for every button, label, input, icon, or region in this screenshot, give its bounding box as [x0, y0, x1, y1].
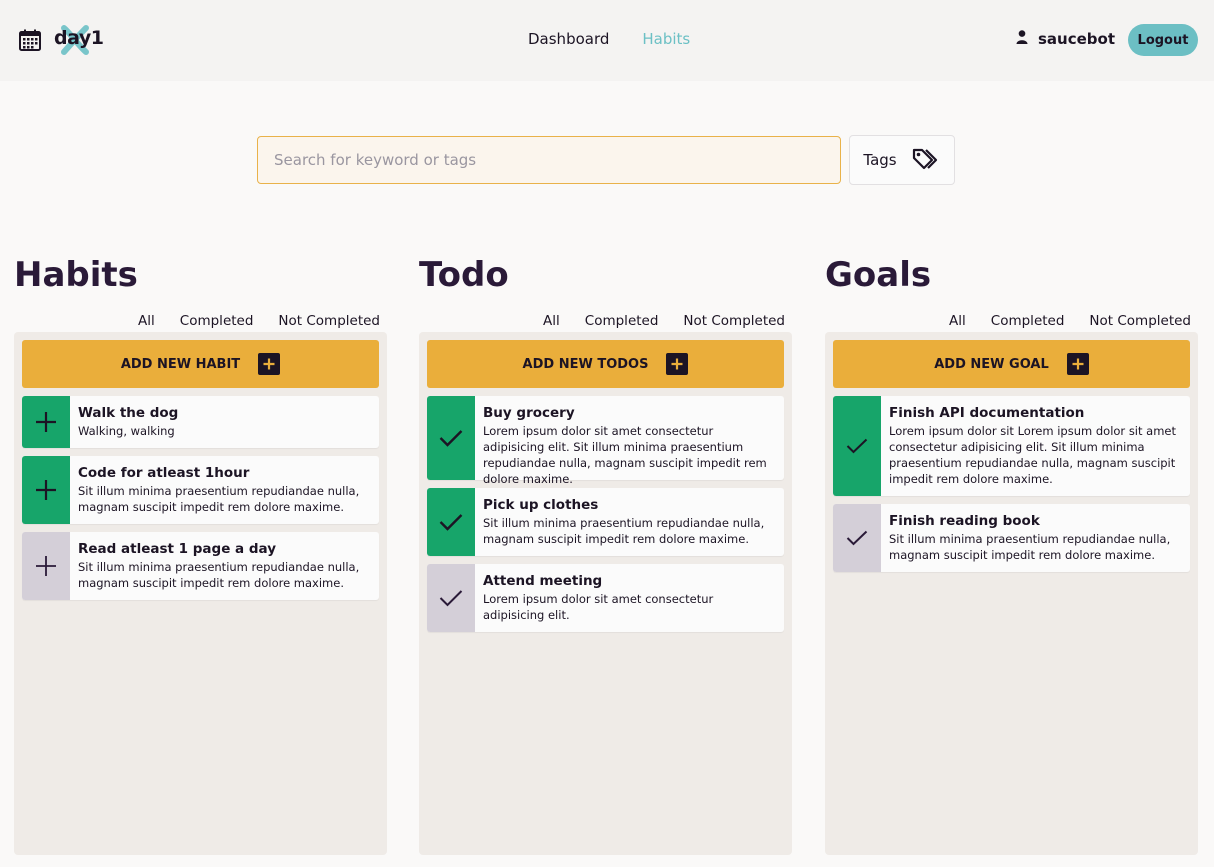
- filter-not-completed[interactable]: Not Completed: [683, 313, 785, 329]
- plus-square-icon: [666, 353, 689, 375]
- item-title: Walk the dog: [78, 405, 179, 421]
- item-title: Code for atleast 1hour: [78, 465, 250, 481]
- add-goal-button[interactable]: ADD NEW GOAL: [833, 340, 1190, 388]
- check-icon: [846, 438, 868, 454]
- item-description: Sit illum minima praesentium repudiandae…: [483, 516, 765, 546]
- item-title: Finish reading book: [889, 513, 1040, 529]
- user-icon: [1016, 30, 1038, 48]
- item-description: Lorem ipsum dolor sit Lorem ipsum dolor …: [889, 424, 1177, 486]
- list-item: Finish reading book Sit illum minima pra…: [833, 504, 1190, 572]
- filter-bar: All Completed Not Completed: [543, 313, 785, 329]
- item-description: Walking, walking: [78, 424, 175, 438]
- list-item: Finish API documentation Lorem ipsum dol…: [833, 396, 1190, 496]
- complete-toggle[interactable]: [22, 396, 70, 448]
- goals-panel: ADD NEW GOAL Finish API documentation Lo…: [825, 332, 1198, 855]
- check-icon: [439, 514, 463, 531]
- item-description: Sit illum minima praesentium repudiandae…: [78, 560, 360, 590]
- list-item: Pick up clothes Sit illum minima praesen…: [427, 488, 784, 556]
- list-item: Code for atleast 1hour Sit illum minima …: [22, 456, 379, 524]
- add-button-label: ADD NEW TODOS: [522, 356, 649, 372]
- logo-wordmark: day1: [54, 25, 104, 55]
- complete-toggle[interactable]: [22, 456, 70, 524]
- complete-toggle[interactable]: [22, 532, 70, 600]
- complete-toggle[interactable]: [833, 504, 881, 572]
- filter-all[interactable]: All: [949, 313, 966, 329]
- check-icon: [846, 530, 868, 546]
- tags-icon: [911, 145, 941, 175]
- nav-dashboard[interactable]: Dashboard: [528, 30, 609, 48]
- filter-completed[interactable]: Completed: [585, 313, 659, 329]
- tags-button[interactable]: Tags: [849, 135, 955, 185]
- todo-panel: ADD NEW TODOS Buy grocery Lorem ipsum do…: [419, 332, 792, 855]
- complete-toggle[interactable]: [833, 396, 881, 496]
- check-icon: [439, 590, 463, 607]
- add-button-label: ADD NEW GOAL: [934, 356, 1049, 372]
- logout-button[interactable]: Logout: [1128, 24, 1198, 56]
- top-header: day1 Dashboard Habits saucebot Logout: [0, 0, 1214, 81]
- filter-all[interactable]: All: [138, 313, 155, 329]
- filter-bar: All Completed Not Completed: [138, 313, 380, 329]
- main-nav: Dashboard Habits: [528, 30, 690, 48]
- complete-toggle[interactable]: [427, 488, 475, 556]
- complete-toggle[interactable]: [427, 564, 475, 632]
- column-title: Habits: [14, 255, 138, 295]
- add-todo-button[interactable]: ADD NEW TODOS: [427, 340, 784, 388]
- item-title: Read atleast 1 page a day: [78, 541, 277, 557]
- tags-label: Tags: [863, 151, 897, 169]
- search-input[interactable]: [257, 136, 841, 184]
- filter-all[interactable]: All: [543, 313, 560, 329]
- column-title: Goals: [825, 255, 932, 295]
- plus-icon: [36, 412, 56, 432]
- todo-column: Todo All Completed Not Completed ADD NEW…: [419, 252, 793, 855]
- plus-square-icon: [1066, 353, 1089, 375]
- filter-completed[interactable]: Completed: [991, 313, 1065, 329]
- list-item: Buy grocery Lorem ipsum dolor sit amet c…: [427, 396, 784, 486]
- filter-bar: All Completed Not Completed: [949, 313, 1191, 329]
- item-title: Finish API documentation: [889, 405, 1085, 421]
- list-item: Walk the dog Walking, walking: [22, 396, 379, 448]
- plus-square-icon: [258, 353, 281, 375]
- item-title: Attend meeting: [483, 573, 603, 589]
- item-description: Sit illum minima praesentium repudiandae…: [889, 532, 1171, 562]
- complete-toggle[interactable]: [427, 396, 475, 480]
- calendar-icon: [18, 28, 42, 52]
- check-icon: [439, 430, 463, 447]
- add-button-label: ADD NEW HABIT: [120, 356, 241, 372]
- habits-panel: ADD NEW HABIT Walk the dog Walking, walk…: [14, 332, 387, 855]
- filter-completed[interactable]: Completed: [180, 313, 254, 329]
- plus-icon: [36, 480, 56, 500]
- filter-not-completed[interactable]: Not Completed: [1089, 313, 1191, 329]
- item-description: Sit illum minima praesentium repudiandae…: [78, 484, 360, 514]
- filter-not-completed[interactable]: Not Completed: [278, 313, 380, 329]
- add-habit-button[interactable]: ADD NEW HABIT: [22, 340, 379, 388]
- app-logo[interactable]: day1: [18, 25, 104, 55]
- item-description: Lorem ipsum dolor sit amet consectetur a…: [483, 424, 767, 486]
- username: saucebot: [1038, 30, 1116, 48]
- nav-habits[interactable]: Habits: [642, 30, 690, 48]
- app-name: day1: [54, 27, 104, 49]
- plus-icon: [36, 556, 56, 576]
- user-info: saucebot: [1016, 30, 1115, 48]
- list-item: Read atleast 1 page a day Sit illum mini…: [22, 532, 379, 600]
- column-title: Todo: [419, 255, 509, 295]
- item-description: Lorem ipsum dolor sit amet consectetur a…: [483, 592, 714, 622]
- list-item: Attend meeting Lorem ipsum dolor sit ame…: [427, 564, 784, 632]
- habits-column: Habits All Completed Not Completed ADD N…: [14, 252, 388, 855]
- item-title: Pick up clothes: [483, 497, 599, 513]
- goals-column: Goals All Completed Not Completed ADD NE…: [825, 252, 1199, 855]
- item-title: Buy grocery: [483, 405, 575, 421]
